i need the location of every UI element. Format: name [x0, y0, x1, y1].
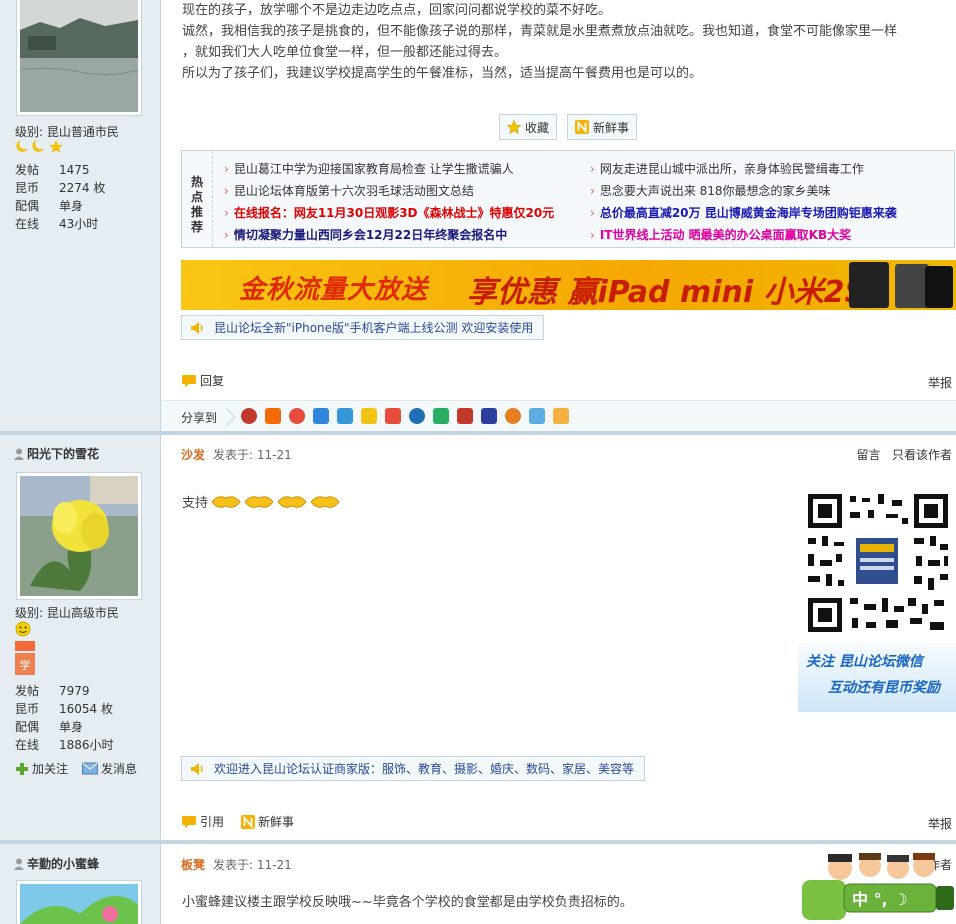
quote-icon — [182, 815, 196, 828]
share-news-button[interactable]: 新鲜事 — [567, 114, 638, 140]
user-icon — [14, 858, 24, 870]
news-n-icon — [575, 120, 589, 134]
qr-code-image — [798, 488, 956, 643]
post-meta: 板凳 发表于: 11-21 — [181, 858, 292, 872]
post-divider — [0, 840, 956, 844]
hot-link[interactable]: › 在线报名：网友11月30日观影3D《森林战士》特惠仅20元 — [224, 204, 554, 221]
avatar[interactable] — [16, 0, 142, 116]
smiley-icon — [15, 621, 31, 637]
hot-link[interactable]: › IT世界线上活动 晒最美的办公桌面赢取KB大奖 — [590, 226, 851, 243]
phone-image — [925, 266, 953, 308]
hot-link[interactable]: › 网友走进昆山城中派出所，亲身体验民警缉毒工作 — [590, 160, 864, 177]
plus-icon — [16, 762, 28, 775]
star-icon — [507, 120, 521, 134]
promo-banner[interactable]: 金秋流量大放送 享优惠 赢iPad mini 小米2S — [181, 260, 956, 310]
send-message-button[interactable]: 发消息 — [82, 760, 137, 777]
weibo-icon[interactable] — [241, 408, 257, 424]
post-actions: 留言 只看该作者 — [857, 446, 952, 463]
avatar[interactable] — [16, 472, 142, 600]
phone-image — [849, 262, 889, 308]
reply-icon — [182, 374, 196, 387]
ime-indicator: 中 °, ☽ — [852, 890, 908, 909]
hot-link[interactable]: › 情切凝聚力量山西同乡会12月22日年终聚会报名中 — [224, 226, 507, 243]
kaixin-icon[interactable] — [385, 408, 401, 424]
leave-message-link[interactable]: 留言 — [857, 448, 881, 462]
floor-label[interactable]: 沙发 — [181, 448, 205, 462]
hot-recommend-box: 热点推荐 › 昆山葛江中学为迎接国家教育局检查 让学生撒谎骗人 › 昆山论坛体育版第… — [181, 150, 955, 248]
user-stats: 发帖 7979 昆币 16054 枚 配偶 单身 在线 1886小时 — [15, 684, 114, 752]
user-icon — [14, 448, 24, 460]
level-stars — [15, 139, 63, 153]
favorite-site-icon[interactable] — [361, 408, 377, 424]
phone-image — [895, 264, 929, 308]
news-n-icon — [241, 814, 255, 829]
handshake-emoji-icon — [211, 496, 340, 508]
renren-icon[interactable] — [409, 408, 425, 424]
note-icon[interactable] — [529, 408, 545, 424]
moon-star-icon — [16, 140, 63, 153]
taobao-icon[interactable] — [265, 408, 281, 424]
notice-link[interactable]: 昆山论坛全新"iPhone版"手机客户端上线公测 欢迎安装使用 — [181, 315, 545, 340]
share-bar: 分享到 — [161, 400, 956, 431]
quote-button[interactable]: 引用 — [181, 813, 224, 830]
mail-icon — [82, 762, 98, 775]
speaker-icon — [191, 762, 203, 775]
share-icons — [241, 408, 569, 424]
reply-button[interactable]: 回复 — [181, 372, 224, 389]
divider-arrow-icon — [225, 408, 236, 426]
notice-link[interactable]: 欢迎进入昆山论坛认证商家版：服饰、教育、摄影、婚庆、数码、家居、美容等 — [181, 756, 646, 781]
hot-link[interactable]: › 昆山葛江中学为迎接国家教育局检查 让学生撒谎骗人 — [224, 160, 514, 177]
hot-link[interactable]: › 昆山论坛体育版第十六次羽毛球活动图文总结 — [224, 182, 474, 199]
wechat-qr-ad[interactable]: 关注 昆山论坛微信 互动还有昆币奖励 — [798, 488, 956, 712]
bookmark-icon[interactable] — [553, 408, 569, 424]
post-content: 现在的孩子，放学哪个不是边走边吃点点，回家问问都说学校的菜不好吃。 诚然，我相信… — [182, 3, 898, 81]
hot-link[interactable]: › 思念要大声说出来 818你最想念的家乡美味 — [590, 182, 831, 199]
pengyou-icon[interactable] — [337, 408, 353, 424]
post-divider — [0, 431, 956, 435]
share-news-button[interactable]: 新鲜事 — [241, 813, 294, 830]
svg-text:学: 学 — [20, 658, 31, 672]
author-name[interactable]: 辛勤的小蜜蜂 — [14, 855, 99, 872]
favorite-button[interactable]: 收藏 — [499, 114, 558, 140]
hot-link[interactable]: › 总价最高直减20万 昆山博威黄金海岸专场团购钜惠来袭 — [590, 204, 897, 221]
only-author-link[interactable]: 只看该作者 — [892, 448, 952, 462]
wechat-ad-text: 关注 昆山论坛微信 互动还有昆币奖励 — [798, 643, 956, 712]
yi-icon[interactable] — [457, 408, 473, 424]
tencent-icon[interactable] — [289, 408, 305, 424]
qzone-icon[interactable] — [313, 408, 329, 424]
douban-icon[interactable] — [433, 408, 449, 424]
report-link[interactable]: 举报 — [928, 374, 952, 391]
medal-icon: 学 — [15, 641, 35, 675]
follow-button[interactable]: 加关注 — [15, 760, 68, 777]
hot-label: 热点推荐 — [182, 151, 213, 247]
mascot-widget[interactable]: 中 °, ☽ — [800, 850, 956, 924]
post-content: 支持 — [182, 490, 340, 512]
author-name[interactable]: 阳光下的雪花 — [14, 445, 99, 462]
report-link[interactable]: 举报 — [928, 815, 952, 832]
user-level: 级别: 昆山高级市民 — [15, 606, 119, 620]
post-meta: 沙发 发表于: 11-21 — [181, 448, 292, 462]
baidu-icon[interactable] — [481, 408, 497, 424]
speaker-icon — [191, 321, 203, 334]
user-level: 级别: 昆山普通市民 — [15, 125, 119, 139]
user-stats: 发帖 1475 昆币 2274 枚 配偶 单身 在线 43小时 — [15, 163, 106, 231]
fruit-icon[interactable] — [505, 408, 521, 424]
floor-label[interactable]: 板凳 — [181, 858, 205, 872]
avatar[interactable] — [16, 880, 142, 924]
